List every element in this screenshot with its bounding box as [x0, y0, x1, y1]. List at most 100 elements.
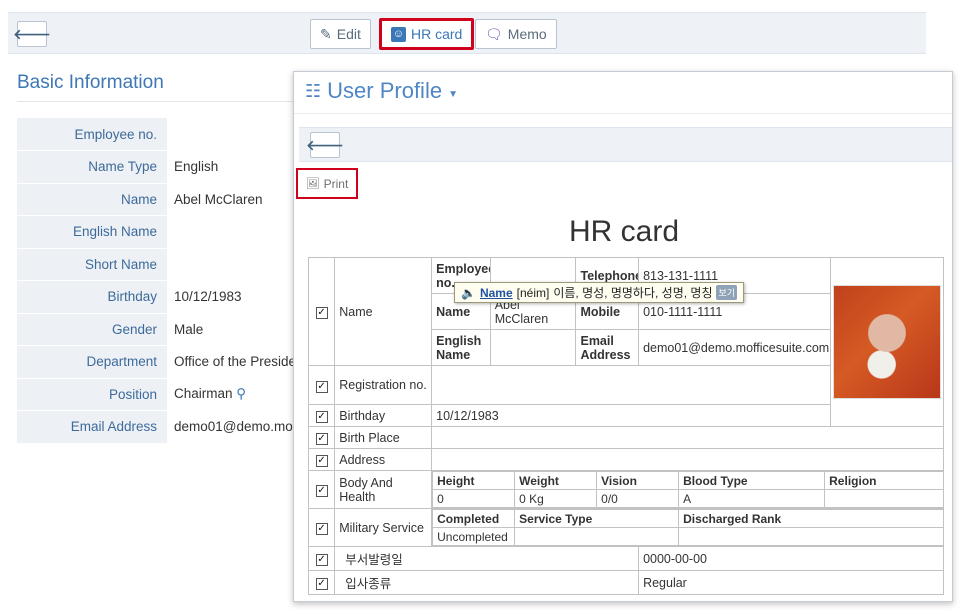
checkbox[interactable]: ✓ — [315, 578, 328, 590]
print-label: Print — [323, 176, 349, 191]
registration-label: Registration no. — [334, 365, 433, 405]
checkbox[interactable]: ✓ — [315, 455, 328, 467]
birthday-label: Birthday — [334, 404, 433, 427]
edit-label: Edit — [336, 26, 361, 42]
divider — [294, 113, 952, 114]
field-label: Department — [17, 345, 167, 379]
checkbox-cell[interactable]: ✓ — [307, 426, 336, 449]
hr-card-title: HR card — [568, 215, 680, 248]
checkbox[interactable]: ✓ — [315, 411, 328, 423]
table-row: ✓ Birth Place — [307, 426, 944, 449]
checkbox-cell[interactable]: ✓ — [307, 365, 336, 405]
name-row-label: Name — [334, 257, 433, 366]
name-checkbox-cell[interactable]: ✓ — [307, 257, 336, 366]
checkbox[interactable]: ✓ — [315, 554, 328, 566]
edit-button[interactable]: ✎ Edit — [310, 19, 371, 49]
table-row: Name Abel McClaren — [17, 183, 307, 216]
field-label: Position — [17, 378, 167, 411]
checkbox-cell[interactable]: ✓ — [307, 448, 336, 471]
table-row: English Name — [17, 215, 307, 249]
popup-back-button[interactable]: 🡐 — [306, 132, 344, 158]
memo-label: Memo — [507, 26, 547, 42]
checkbox-cell[interactable]: ✓ — [307, 470, 336, 509]
table-row: Short Name — [17, 248, 307, 281]
field-label: Short Name — [17, 248, 167, 281]
user-card-icon: ☺ — [391, 26, 406, 42]
height-label: Height — [432, 471, 516, 490]
arrow-left-icon: 🡐 — [13, 25, 51, 42]
registration-value — [431, 365, 831, 405]
table-row: Department Office of the Preside — [17, 345, 307, 379]
service-type-label: Service Type — [514, 509, 680, 528]
field-value: Office of the Preside — [167, 345, 307, 379]
dept-date-value: 0000-00-00 — [638, 546, 944, 571]
field-value: Male — [167, 313, 307, 346]
body-health-table: Height Weight Vision Blood Type Religion… — [432, 471, 943, 508]
blood-type-value: A — [678, 489, 826, 508]
checkbox-cell[interactable]: ✓ — [307, 570, 336, 595]
profile-photo — [832, 285, 941, 399]
body-health-label: Body And Health — [334, 470, 433, 509]
arrow-left-icon: 🡐 — [306, 136, 344, 153]
back-button[interactable]: 🡐 — [13, 21, 51, 47]
table-row: Position Chairman ⚲ — [17, 378, 307, 411]
field-value — [167, 215, 307, 249]
military-cell: Completed Service Type Discharged Rank U… — [431, 508, 944, 547]
join-type-value: Regular — [638, 570, 944, 595]
field-value — [167, 118, 307, 151]
discharged-rank-label: Discharged Rank — [678, 509, 943, 528]
military-table: Completed Service Type Discharged Rank U… — [432, 509, 943, 546]
dict-meaning: 이름, 명성, 명명하다, 성명, 명칭 — [553, 286, 713, 300]
field-label: Email Address — [17, 410, 167, 444]
top-toolbar: 🡐 ✎ Edit ☺ HR card 🗨 Memo — [8, 12, 926, 54]
weight-label: Weight — [514, 471, 598, 490]
table-row: Employee no. — [17, 118, 307, 151]
checkbox-cell[interactable]: ✓ — [307, 508, 336, 547]
dict-word[interactable]: Name — [480, 286, 513, 300]
field-label: English Name — [17, 215, 167, 249]
photo-cell — [829, 257, 945, 427]
basic-info-title: Basic Information — [17, 72, 164, 93]
popup-title[interactable]: ☷ User Profile ▼ — [305, 78, 458, 104]
birthday-value: 10/12/1983 — [431, 404, 831, 427]
search-icon[interactable]: ⚲ — [236, 386, 246, 401]
dict-more-tag[interactable]: 보기 — [716, 285, 738, 300]
table-row: ✓ Address — [307, 448, 944, 471]
weight-value: 0 Kg — [514, 489, 598, 508]
hr-card-table: ✓ Name Employee no. Telephone 813-131-11… — [307, 257, 945, 595]
org-chart-icon: ☷ — [305, 80, 322, 101]
print-button[interactable]: 🖼 Print — [296, 168, 358, 199]
field-label: Gender — [17, 313, 167, 346]
memo-button[interactable]: 🗨 Memo — [475, 19, 557, 49]
checkbox-cell[interactable]: ✓ — [307, 404, 336, 427]
user-profile-popup: ☷ User Profile ▼ 🡐 🖼 Print HR card ✓ Nam… — [293, 71, 953, 602]
hr-card-button[interactable]: ☺ HR card — [379, 18, 475, 50]
table-row: Email Address demo01@demo.mo — [17, 410, 307, 444]
completed-label: Completed — [432, 509, 516, 528]
speech-bubble-icon: 🗨 — [485, 25, 503, 42]
body-health-cell: Height Weight Vision Blood Type Religion… — [431, 470, 944, 509]
field-label: Name — [17, 183, 167, 216]
hr-card-label: HR card — [411, 26, 463, 42]
birthplace-label: Birth Place — [334, 426, 433, 449]
address-value — [431, 448, 944, 471]
speaker-icon[interactable]: 🔈 — [461, 286, 476, 300]
table-row: ✓ 부서발령일 0000-00-00 — [307, 546, 944, 571]
field-value: 10/12/1983 — [167, 280, 307, 314]
table-row: Gender Male — [17, 313, 307, 346]
checkbox[interactable]: ✓ — [315, 307, 328, 319]
checkbox[interactable]: ✓ — [315, 380, 328, 393]
checkbox[interactable]: ✓ — [315, 485, 328, 497]
vision-value: 0/0 — [596, 489, 680, 508]
field-label: Employee no. — [17, 118, 167, 151]
table-row: ✓ Military Service Completed Service Typ… — [307, 508, 944, 547]
service-type-value — [514, 527, 680, 546]
field-label: Name Type — [17, 150, 167, 184]
dictionary-tooltip: 🔈 Name [néim] 이름, 명성, 명명하다, 성명, 명칭 보기 — [454, 282, 745, 303]
checkbox[interactable]: ✓ — [315, 523, 328, 535]
military-label: Military Service — [334, 508, 433, 547]
checkbox[interactable]: ✓ — [315, 433, 328, 445]
field-label: Birthday — [17, 280, 167, 314]
email-label: Email Address — [575, 329, 640, 366]
checkbox-cell[interactable]: ✓ — [307, 546, 336, 571]
